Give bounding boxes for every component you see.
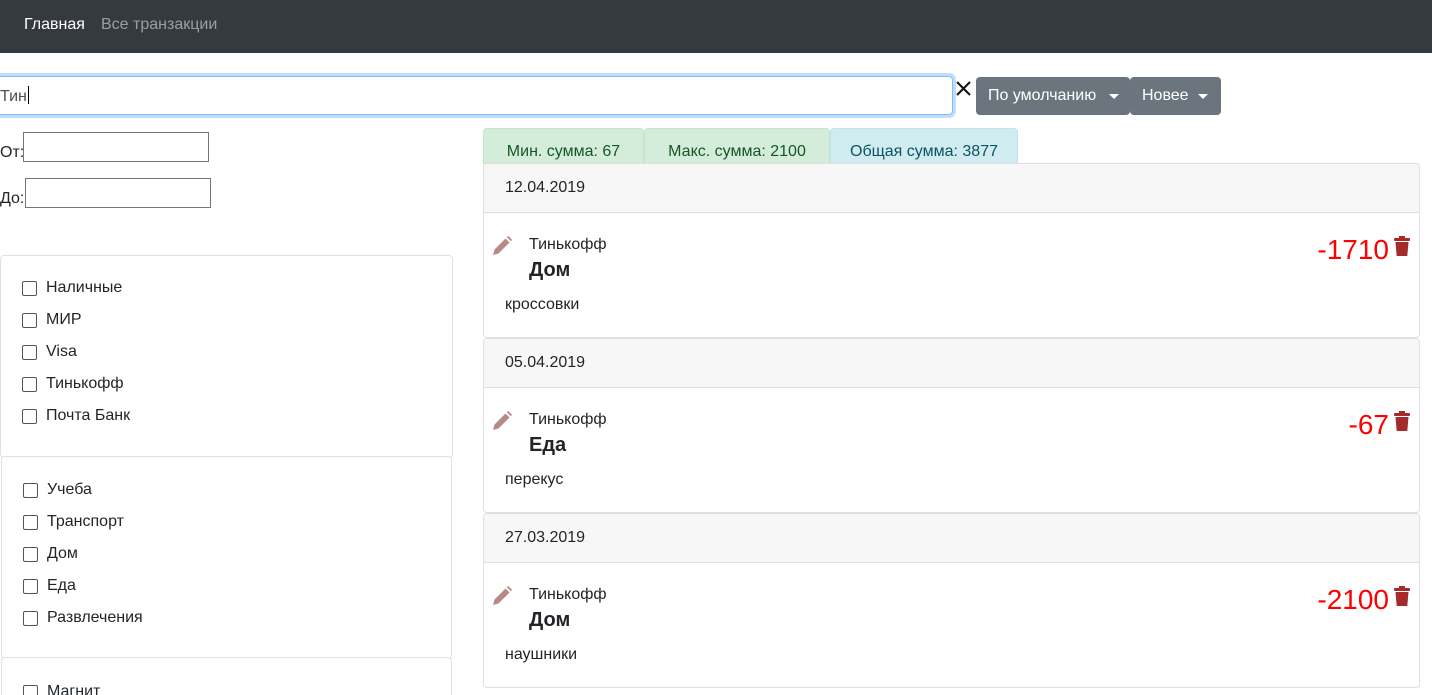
checkbox[interactable] [22,345,37,360]
transaction-date: 27.03.2019 [505,529,586,546]
pencil-icon[interactable] [492,236,512,256]
sort-order-label: По умолчанию [988,87,1097,104]
date-to-label: До: [0,190,25,207]
transaction-note: наушники [505,646,578,663]
chevron-down-icon [1198,94,1208,99]
transaction-date-header: 12.04.2019 [484,164,1419,213]
checkbox[interactable] [23,685,38,695]
transaction-card: 05.04.2019 Тинькофф Еда перекус -67 [483,338,1420,513]
navbar: Главная Все транзакции [0,0,1432,53]
date-to-input[interactable] [25,178,211,208]
checkbox[interactable] [22,313,37,328]
checkbox[interactable] [23,611,38,626]
trash-icon[interactable] [1394,586,1410,606]
checkbox-label: Visa [46,343,77,360]
text-caret [27,86,29,104]
transaction-account: Тинькофф [529,411,607,428]
checkbox-label: Наличные [46,279,123,296]
stat-min-sum: Мин. сумма: 67 [483,128,644,164]
checkbox-label: МИР [46,311,82,328]
transaction-category: Дом [529,609,571,631]
sort-direction-dropdown[interactable]: Новее [1130,77,1221,115]
checkbox-label: Транспорт [47,513,124,530]
checkbox-label: Учеба [47,481,92,498]
checkbox-label: Тинькофф [46,375,124,392]
date-from-input[interactable] [23,132,209,162]
transaction-card: 12.04.2019 Тинькофф Дом кроссовки -1710 [483,163,1420,338]
transaction-date-header: 05.04.2019 [484,339,1419,388]
checkbox[interactable] [23,483,38,498]
transaction-date: 05.04.2019 [505,354,586,371]
pencil-icon[interactable] [492,586,512,606]
checkbox[interactable] [22,409,37,424]
transaction-account: Тинькофф [529,236,607,253]
transaction-note: перекус [505,471,564,488]
transaction-date: 12.04.2019 [505,179,586,196]
trash-icon[interactable] [1394,236,1410,256]
transaction-amount: -1710 [1317,234,1389,265]
transaction-amount: -2100 [1317,584,1389,615]
sort-direction-label: Новее [1142,87,1189,104]
checkbox-label: Еда [47,577,76,594]
checkbox-label: Почта Банк [46,407,131,424]
checkbox-label: Магнит [47,683,101,695]
transaction-account: Тинькофф [529,586,607,603]
transaction-date-header: 27.03.2019 [484,514,1419,563]
accounts-filter: Наличные МИР Visa Тинькофф Почта Банк [0,255,453,458]
transaction-card: 27.03.2019 Тинькофф Дом наушники -2100 [483,513,1420,688]
transaction-amount: -67 [1348,409,1389,440]
checkbox[interactable] [23,579,38,594]
date-from-label: От: [0,144,25,161]
transaction-note: кроссовки [505,296,580,313]
search-input-value: Тин [0,86,29,105]
checkbox[interactable] [23,515,38,530]
pencil-icon[interactable] [492,411,512,431]
categories-filter: Учеба Транспорт Дом Еда Развлечения [1,456,452,659]
transaction-category: Дом [529,259,571,281]
close-icon[interactable] [954,78,974,100]
checkbox[interactable] [23,547,38,562]
checkbox[interactable] [22,281,37,296]
shops-filter: Магнит [1,657,452,695]
stat-max-sum: Макс. сумма: 2100 [644,128,830,164]
checkbox[interactable] [22,377,37,392]
chevron-down-icon [1109,94,1119,99]
nav-link-all-transactions[interactable]: Все транзакции [101,15,217,35]
sort-order-dropdown[interactable]: По умолчанию [976,77,1130,115]
trash-icon[interactable] [1394,411,1410,431]
search-input[interactable]: Тин [0,76,953,115]
stat-total-sum: Общая сумма: 3877 [830,128,1018,164]
checkbox-label: Дом [47,545,78,562]
nav-link-home[interactable]: Главная [24,15,85,35]
transaction-category: Еда [529,434,567,456]
checkbox-label: Развлечения [47,609,143,626]
